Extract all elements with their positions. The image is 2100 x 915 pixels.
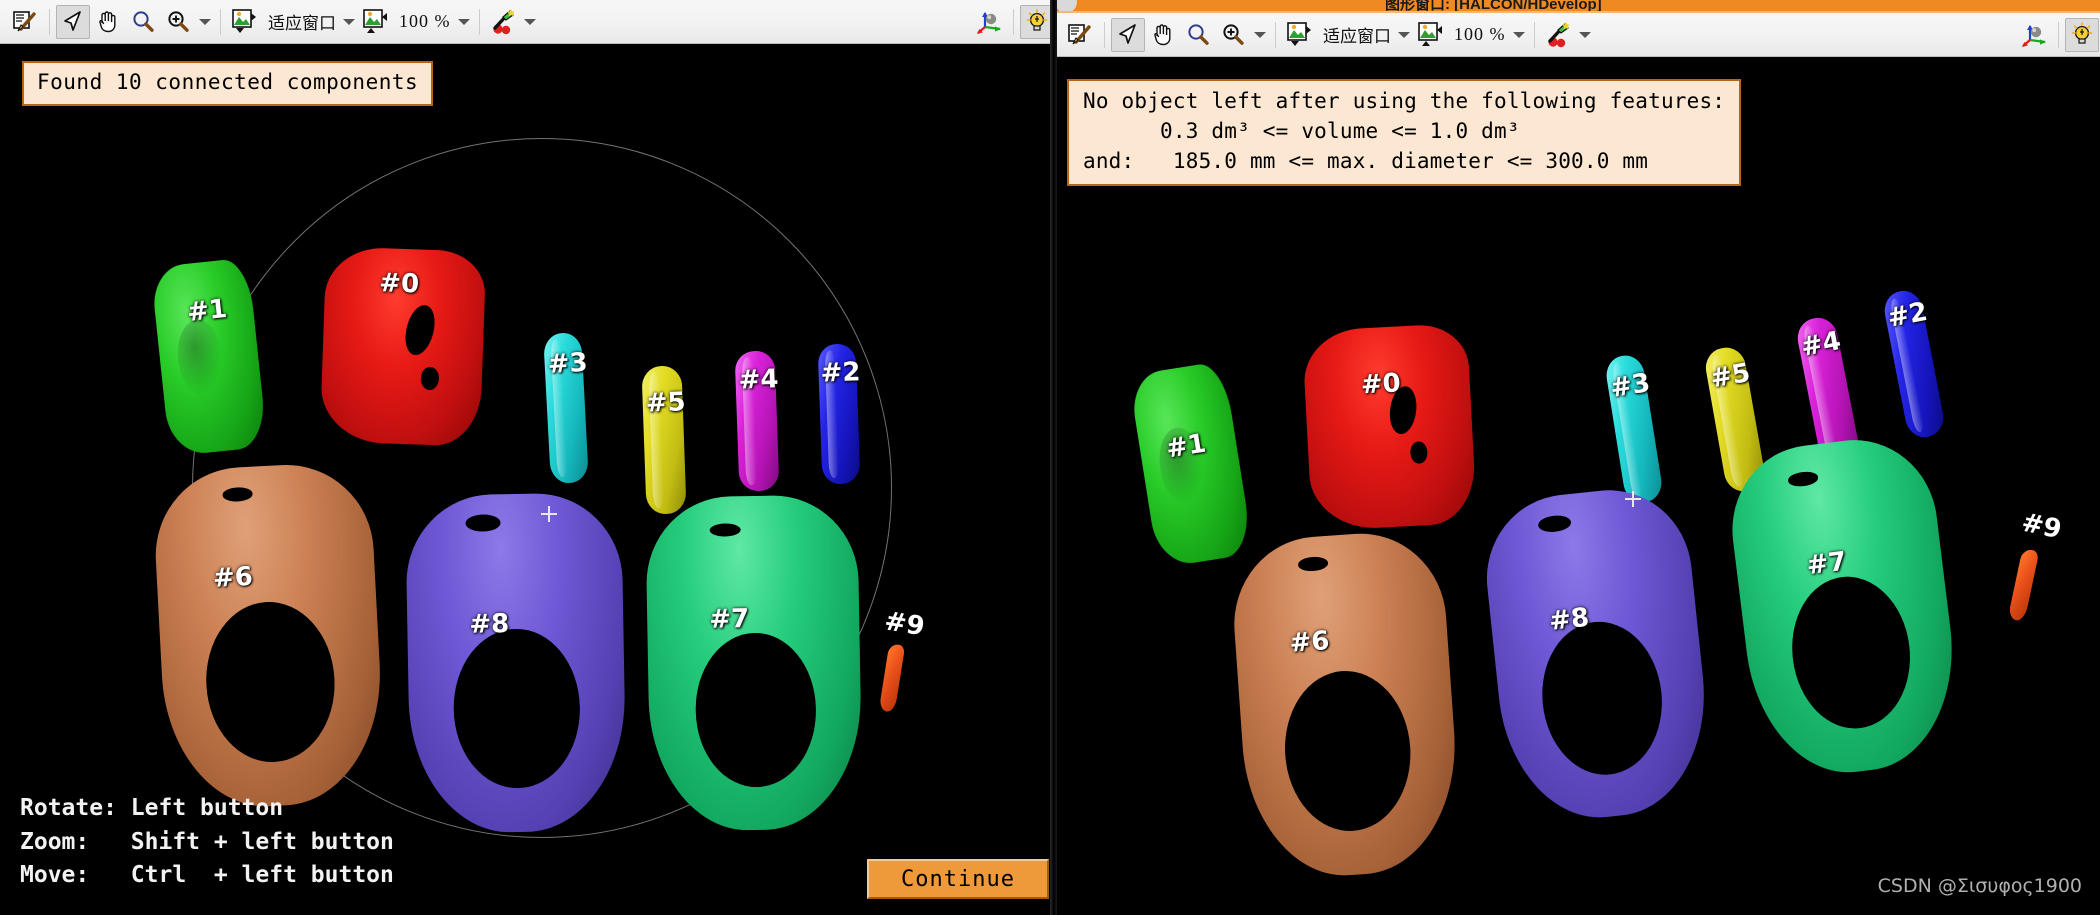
color-picker-icon[interactable] [1541, 18, 1575, 52]
viewport-3d-left[interactable]: #1 #0 #3 #5 #4 #2 #6 #8 #7 #9 Found 10 c… [0, 44, 1055, 915]
arrow-select-icon[interactable] [1111, 17, 1145, 52]
zoom-dropdown-arrow-icon[interactable] [196, 5, 214, 39]
toolbar-separator [1104, 21, 1105, 48]
status-message-right: No object left after using the following… [1067, 79, 1742, 187]
object-7[interactable]: #7 [1722, 430, 1967, 784]
toolbar-separator [49, 8, 50, 35]
fit-mode-dropdown-arrow-icon[interactable] [1395, 18, 1413, 52]
color-picker-dropdown-arrow-icon[interactable] [521, 5, 539, 39]
object-label-9: #9 [2018, 507, 2065, 546]
object-2[interactable]: #2 [1881, 287, 1947, 441]
watermark: CSDN @Σισυφος1900 [1877, 875, 2082, 897]
viewport-3d-right[interactable]: #1 #0 #3 #5 #4 #2 #6 #8 #7 #9 No object … [1055, 57, 2100, 915]
zoom-level-dropdown-arrow-icon[interactable] [455, 5, 473, 39]
graphics-window-right: 图形窗口: [HALCON/HDevelop] 适应窗口 100 % #1 #0… [1055, 0, 2100, 915]
toolbar-left: 适应窗口 100 % [0, 0, 1055, 44]
object-6[interactable]: #6 [151, 460, 387, 812]
fit-mode-dropdown-arrow-icon[interactable] [340, 5, 358, 39]
object-9[interactable]: #9 [878, 606, 927, 713]
fit-window-icon[interactable] [227, 5, 261, 39]
light-bulb-icon[interactable] [2065, 17, 2099, 52]
color-picker-icon[interactable] [486, 5, 520, 39]
graphics-window-left: 适应窗口 100 % #1 #0 #3 #5 #4 #2 #6 #8 #7 #9… [0, 0, 1055, 915]
object-9-body [2007, 548, 2040, 622]
panel-divider [1050, 0, 1057, 915]
object-8[interactable]: #8 [405, 492, 627, 834]
toolbar-right: 适应窗口 100 % [1055, 13, 2100, 57]
object-3[interactable]: #3 [1603, 352, 1665, 506]
continue-button[interactable]: Continue [867, 859, 1049, 899]
magnifier-icon[interactable] [1181, 18, 1215, 52]
fit-window-icon[interactable] [1282, 18, 1316, 52]
fit-mode-label: 适应窗口 [268, 14, 336, 34]
color-picker-dropdown-arrow-icon[interactable] [1576, 18, 1594, 52]
object-6[interactable]: #6 [1228, 528, 1464, 882]
edit-pen-icon[interactable] [1063, 18, 1097, 52]
arrow-select-icon[interactable] [56, 4, 90, 39]
magnifier-icon[interactable] [126, 5, 160, 39]
object-4[interactable]: #4 [734, 350, 780, 492]
toolbar-separator [2058, 21, 2059, 48]
toolbar-separator [478, 8, 480, 35]
zoom-in-icon[interactable] [161, 5, 195, 39]
object-7[interactable]: #7 [645, 494, 863, 832]
interaction-hints: Rotate: Left button Zoom: Shift + left b… [20, 795, 394, 889]
object-9-body [878, 643, 906, 713]
zoom-level-icon[interactable] [1413, 18, 1447, 52]
object-8-hole [452, 628, 581, 790]
pan-hand-icon[interactable] [91, 5, 125, 39]
axes-3d-icon[interactable] [972, 5, 1006, 39]
object-0[interactable]: #0 [319, 246, 487, 447]
zoom-level-label: 100 % [1454, 24, 1506, 44]
window-titlebar[interactable]: 图形窗口: [HALCON/HDevelop] [1055, 0, 2100, 13]
status-message-left: Found 10 connected components [22, 61, 434, 106]
light-bulb-icon[interactable] [1020, 4, 1054, 39]
toolbar-separator [220, 8, 221, 35]
pan-hand-icon[interactable] [1146, 18, 1180, 52]
zoom-level-dropdown-arrow-icon[interactable] [1510, 18, 1528, 52]
zoom-level-label: 100 % [399, 11, 451, 31]
object-1[interactable]: #1 [1128, 360, 1254, 569]
application-window: 适应窗口 100 % #1 #0 #3 #5 #4 #2 #6 #8 #7 #9… [0, 0, 2100, 915]
object-2[interactable]: #2 [817, 343, 861, 485]
zoom-in-icon[interactable] [1216, 18, 1250, 52]
zoom-dropdown-arrow-icon[interactable] [1251, 18, 1269, 52]
toolbar-separator [1013, 8, 1014, 35]
object-5[interactable]: #5 [641, 365, 687, 515]
toolbar-separator [1275, 21, 1276, 48]
edit-pen-icon[interactable] [8, 5, 42, 39]
object-9[interactable]: #9 [2007, 508, 2064, 622]
object-8[interactable]: #8 [1478, 482, 1717, 827]
object-1[interactable]: #1 [150, 257, 268, 457]
zoom-level-icon[interactable] [358, 5, 392, 39]
object-label-9: #9 [882, 606, 927, 643]
fit-mode-label: 适应窗口 [1323, 27, 1391, 47]
toolbar-separator [1533, 21, 1535, 48]
axes-3d-icon[interactable] [2017, 18, 2051, 52]
object-3[interactable]: #3 [543, 332, 589, 484]
object-0[interactable]: #0 [1301, 322, 1478, 532]
